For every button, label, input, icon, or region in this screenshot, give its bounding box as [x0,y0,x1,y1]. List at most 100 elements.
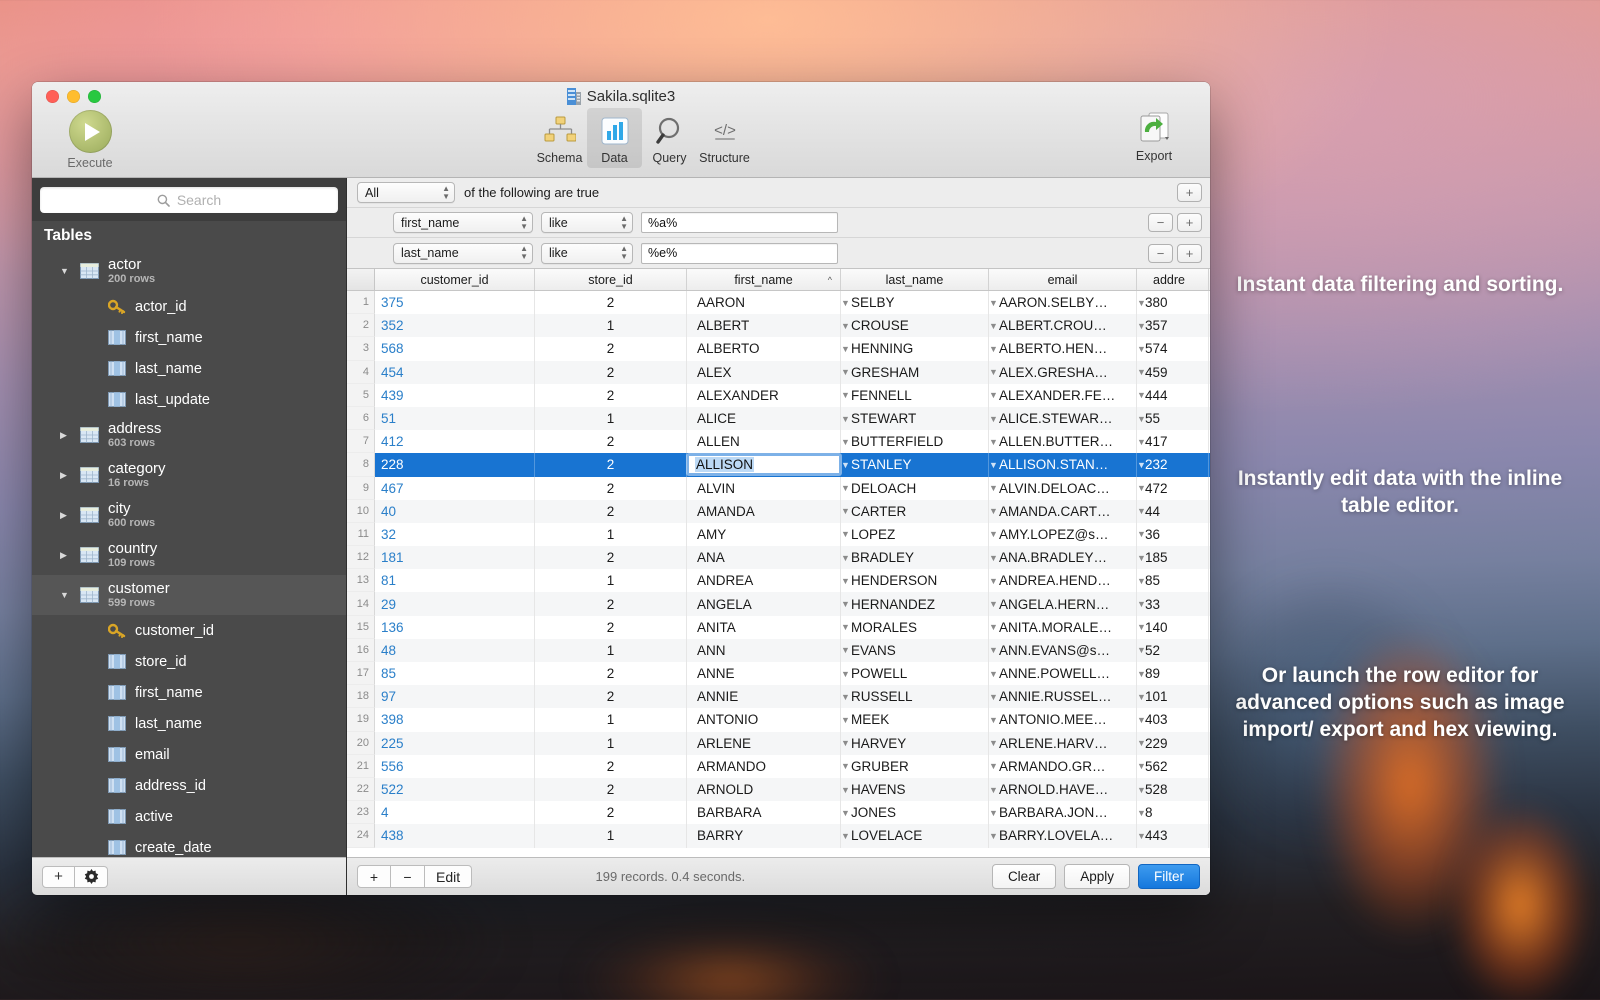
remove-filter-row-button-1[interactable]: − [1148,213,1173,232]
table-row[interactable]: 6511ALICE▼STEWART▼ALICE.STEWAR…▼55 [347,407,1210,430]
cell-email[interactable]: ▼ALBERT.CROU… [989,314,1137,337]
cell-email[interactable]: ▼BARBARA.JON… [989,801,1137,824]
cell-dropdown-icon[interactable]: ▼ [989,553,998,563]
sidebar-column-address-id[interactable]: address_id [32,770,346,801]
cell-address-id[interactable]: ▼140 [1137,616,1209,639]
cell-address-id[interactable]: ▼562 [1137,755,1209,778]
cell-dropdown-icon[interactable]: ▼ [841,738,850,748]
gear-icon[interactable] [75,866,108,888]
cell-store-id[interactable]: 2 [535,500,687,523]
column-header-first-name[interactable]: first_name ^ [687,269,841,290]
cell-customer-id[interactable]: 228 [375,453,535,476]
apply-button[interactable]: Apply [1064,864,1130,889]
table-row[interactable]: 18972ANNIE▼RUSSELL▼ANNIE.RUSSEL…▼101 [347,685,1210,708]
cell-dropdown-icon[interactable]: ▼ [841,761,850,771]
cell-address-id[interactable]: ▼472 [1137,477,1209,500]
cell-dropdown-icon[interactable]: ▼ [841,437,850,447]
cell-customer-id[interactable]: 412 [375,430,535,453]
cell-first-name[interactable]: ARNOLD [687,778,841,801]
chevron-right-icon[interactable]: ▶ [60,510,72,521]
cell-last-name[interactable]: ▼STEWART [841,407,989,430]
cell-customer-id[interactable]: 556 [375,755,535,778]
chevron-right-icon[interactable]: ▶ [60,550,72,561]
cell-first-name[interactable]: AMY [687,523,841,546]
cell-customer-id[interactable]: 40 [375,500,535,523]
cell-dropdown-icon[interactable]: ▼ [1137,738,1146,748]
cell-dropdown-icon[interactable]: ▼ [1137,576,1146,586]
cell-dropdown-icon[interactable]: ▼ [1137,785,1146,795]
cell-dropdown-icon[interactable]: ▼ [1137,321,1146,331]
cell-email[interactable]: ▼ALEXANDER.FE… [989,384,1137,407]
cell-address-id[interactable]: ▼528 [1137,778,1209,801]
cell-last-name[interactable]: ▼FENNELL [841,384,989,407]
cell-dropdown-icon[interactable]: ▼ [841,715,850,725]
cell-store-id[interactable]: 2 [535,662,687,685]
cell-email[interactable]: ▼ANNIE.RUSSEL… [989,685,1137,708]
cell-customer-id[interactable]: 467 [375,477,535,500]
cell-first-name[interactable]: ANTONIO [687,708,841,731]
cell-dropdown-icon[interactable]: ▼ [841,808,850,818]
cell-last-name[interactable]: ▼RUSSELL [841,685,989,708]
cell-last-name[interactable]: ▼DELOACH [841,477,989,500]
cell-dropdown-icon[interactable]: ▼ [989,599,998,609]
table-row[interactable]: 244381BARRY▼LOVELACE▼BARRY.LOVELA…▼443 [347,824,1210,847]
cell-dropdown-icon[interactable]: ▼ [1137,414,1146,424]
table-row[interactable]: 225222ARNOLD▼HAVENS▼ARNOLD.HAVE…▼528 [347,778,1210,801]
table-row[interactable]: 35682ALBERTO▼HENNING▼ALBERTO.HEN…▼574 [347,337,1210,360]
column-header-address-id[interactable]: addre [1137,269,1209,290]
cell-first-name[interactable]: ANNE [687,662,841,685]
add-row-button[interactable]: + [357,865,391,888]
cell-first-name[interactable]: ALLEN [687,430,841,453]
cell-dropdown-icon[interactable]: ▼ [1137,344,1146,354]
cell-customer-id[interactable]: 29 [375,592,535,615]
data-table[interactable]: customer_id store_id first_name ^ last_n… [347,269,1210,857]
cell-customer-id[interactable]: 97 [375,685,535,708]
table-row[interactable]: 121812ANA▼BRADLEY▼ANA.BRADLEY…▼185 [347,546,1210,569]
cell-store-id[interactable]: 2 [535,361,687,384]
cell-dropdown-icon[interactable]: ▼ [841,553,850,563]
cell-dropdown-icon[interactable]: ▼ [841,414,850,424]
table-row[interactable]: 11321AMY▼LOPEZ▼AMY.LOPEZ@s…▼36 [347,523,1210,546]
cell-store-id[interactable]: 2 [535,592,687,615]
cell-dropdown-icon[interactable]: ▼ [989,298,998,308]
cell-last-name[interactable]: ▼LOPEZ [841,523,989,546]
sidebar-table-city[interactable]: ▶ city 600 rows [32,495,346,535]
cell-address-id[interactable]: ▼33 [1137,592,1209,615]
cell-dropdown-icon[interactable]: ▼ [989,576,998,586]
cell-dropdown-icon[interactable]: ▼ [841,576,850,586]
cell-dropdown-icon[interactable]: ▼ [989,785,998,795]
cell-dropdown-icon[interactable]: ▼ [841,622,850,632]
cell-dropdown-icon[interactable]: ▼ [989,367,998,377]
cell-first-name[interactable]: ANA [687,546,841,569]
search-input[interactable]: Search [40,187,338,213]
cell-dropdown-icon[interactable]: ▼ [841,645,850,655]
cell-address-id[interactable]: ▼443 [1137,824,1209,847]
chevron-right-icon[interactable]: ▶ [60,430,72,441]
table-row[interactable]: 202251ARLENE▼HARVEY▼ARLENE.HARV…▼229 [347,732,1210,755]
column-header-customer-id[interactable]: customer_id [375,269,535,290]
cell-first-name[interactable]: AMANDA [687,500,841,523]
cell-last-name[interactable]: ▼JONES [841,801,989,824]
filter-field-select-1[interactable]: first_name ▲▼ [393,212,533,233]
cell-email[interactable]: ▼ALVIN.DELOAC… [989,477,1137,500]
cell-last-name[interactable]: ▼BUTTERFIELD [841,430,989,453]
cell-dropdown-icon[interactable]: ▼ [989,761,998,771]
cell-first-name[interactable]: AARON [687,291,841,314]
cell-email[interactable]: ▼AARON.SELBY… [989,291,1137,314]
cell-customer-id[interactable]: 454 [375,361,535,384]
cell-first-name[interactable]: ALVIN [687,477,841,500]
cell-store-id[interactable]: 2 [535,384,687,407]
sidebar-table-country[interactable]: ▶ country 109 rows [32,535,346,575]
cell-customer-id[interactable]: 181 [375,546,535,569]
cell-first-name[interactable]: ALLISON [687,454,841,475]
cell-dropdown-icon[interactable]: ▼ [989,483,998,493]
cell-store-id[interactable]: 1 [535,407,687,430]
cell-address-id[interactable]: ▼459 [1137,361,1209,384]
cell-dropdown-icon[interactable]: ▼ [1137,715,1146,725]
filter-match-select[interactable]: All ▲▼ [357,182,455,203]
cell-customer-id[interactable]: 85 [375,662,535,685]
cell-store-id[interactable]: 1 [535,314,687,337]
cell-email[interactable]: ▼ARLENE.HARV… [989,732,1137,755]
cell-email[interactable]: ▼BARRY.LOVELA… [989,824,1137,847]
cell-customer-id[interactable]: 225 [375,732,535,755]
